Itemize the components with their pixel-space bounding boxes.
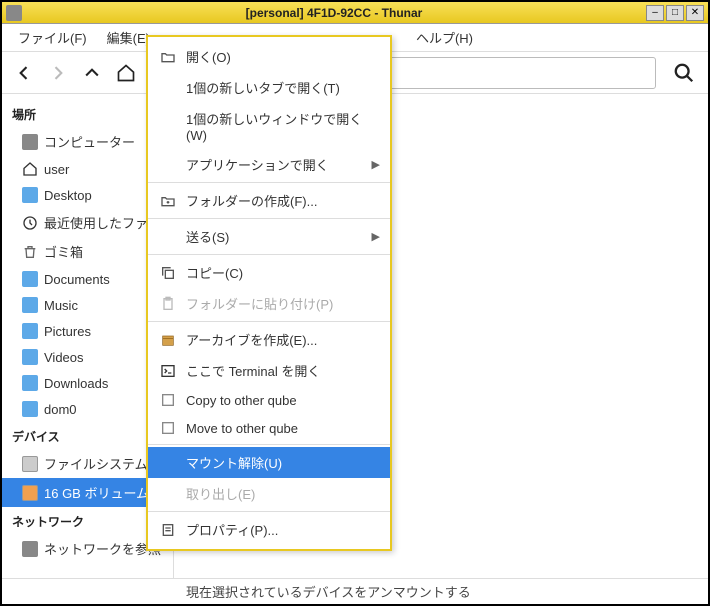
- sidebar-label: Desktop: [44, 188, 92, 203]
- cm-label: 送る(S): [186, 227, 229, 246]
- sidebar-label: user: [44, 162, 69, 177]
- home-button[interactable]: [112, 59, 140, 87]
- paste-icon: [160, 296, 176, 312]
- sidebar-label: Pictures: [44, 324, 91, 339]
- forward-button[interactable]: [44, 59, 72, 87]
- home-icon: [22, 161, 38, 177]
- statusbar: 現在選択されているデバイスをアンマウントする: [2, 578, 708, 604]
- separator: [148, 218, 390, 219]
- cm-open-app[interactable]: アプリケーションで開く ▶: [148, 149, 390, 180]
- cm-label: Copy to other qube: [186, 393, 297, 408]
- cm-label: プロパティ(P)...: [186, 520, 278, 539]
- cm-open-tab[interactable]: 1個の新しいタブで開く(T): [148, 72, 390, 103]
- cm-move-qube[interactable]: Move to other qube: [148, 414, 390, 442]
- recent-icon: [22, 215, 38, 231]
- qube-copy-icon: [160, 392, 176, 408]
- folder-icon: [22, 323, 38, 339]
- sidebar-label: Music: [44, 298, 78, 313]
- sidebar-label: Documents: [44, 272, 110, 287]
- folder-icon: [22, 297, 38, 313]
- sidebar-label: Downloads: [44, 376, 108, 391]
- thunar-window: [personal] 4F1D-92CC - Thunar – □ ✕ ファイル…: [0, 0, 710, 606]
- cm-copy-qube[interactable]: Copy to other qube: [148, 386, 390, 414]
- cm-label: 1個の新しいタブで開く(T): [186, 78, 340, 97]
- separator: [148, 182, 390, 183]
- window-controls: – □ ✕: [646, 5, 704, 21]
- sidebar-label: Videos: [44, 350, 84, 365]
- cm-create-folder[interactable]: フォルダーの作成(F)...: [148, 185, 390, 216]
- submenu-arrow-icon: ▶: [372, 158, 380, 171]
- cm-paste-folder: フォルダーに貼り付け(P): [148, 288, 390, 319]
- cm-label: ここで Terminal を開く: [186, 361, 320, 380]
- submenu-arrow-icon: ▶: [372, 230, 380, 243]
- folder-icon: [22, 375, 38, 391]
- window-title: [personal] 4F1D-92CC - Thunar: [22, 6, 646, 20]
- cm-send-to[interactable]: 送る(S) ▶: [148, 221, 390, 252]
- up-button[interactable]: [78, 59, 106, 87]
- properties-icon: [160, 522, 176, 538]
- separator: [148, 511, 390, 512]
- maximize-button[interactable]: □: [666, 5, 684, 21]
- context-menu: 開く(O) 1個の新しいタブで開く(T) 1個の新しいウィンドウで開く(W) ア…: [146, 35, 392, 551]
- folder-icon: [22, 187, 38, 203]
- cm-open-window[interactable]: 1個の新しいウィンドウで開く(W): [148, 103, 390, 149]
- trash-icon: [22, 244, 38, 260]
- archive-icon: [160, 332, 176, 348]
- cm-open-terminal[interactable]: ここで Terminal を開く: [148, 355, 390, 386]
- cm-label: 開く(O): [186, 47, 231, 66]
- menu-file[interactable]: ファイル(F): [10, 24, 95, 51]
- drive-icon: [22, 456, 38, 472]
- folder-icon: [22, 401, 38, 417]
- folder-icon: [22, 271, 38, 287]
- cm-label: Move to other qube: [186, 421, 298, 436]
- cm-label: アプリケーションで開く: [186, 155, 329, 174]
- search-button[interactable]: [668, 57, 700, 89]
- status-text: 現在選択されているデバイスをアンマウントする: [186, 582, 471, 601]
- cm-unmount[interactable]: マウント解除(U): [148, 447, 390, 478]
- separator: [148, 444, 390, 445]
- sidebar-label: ゴミ箱: [44, 242, 83, 261]
- sidebar-label: dom0: [44, 402, 77, 417]
- cm-properties[interactable]: プロパティ(P)...: [148, 514, 390, 545]
- cm-label: マウント解除(U): [186, 453, 282, 472]
- app-icon: [6, 5, 22, 21]
- new-folder-icon: [160, 193, 176, 209]
- cm-label: 1個の新しいウィンドウで開く(W): [186, 109, 378, 143]
- terminal-icon: [160, 363, 176, 379]
- cm-label: 取り出し(E): [186, 484, 255, 503]
- cm-copy[interactable]: コピー(C): [148, 257, 390, 288]
- back-button[interactable]: [10, 59, 38, 87]
- cm-label: アーカイブを作成(E)...: [186, 330, 317, 349]
- cm-label: フォルダーに貼り付け(P): [186, 294, 333, 313]
- close-button[interactable]: ✕: [686, 5, 704, 21]
- cm-label: コピー(C): [186, 263, 243, 282]
- qube-move-icon: [160, 420, 176, 436]
- sidebar-label: 16 GB ボリューム: [44, 483, 149, 502]
- cm-label: フォルダーの作成(F)...: [186, 191, 317, 210]
- menu-help[interactable]: ヘルプ(H): [408, 24, 481, 51]
- titlebar: [personal] 4F1D-92CC - Thunar – □ ✕: [2, 2, 708, 24]
- cm-create-archive[interactable]: アーカイブを作成(E)...: [148, 324, 390, 355]
- minimize-button[interactable]: –: [646, 5, 664, 21]
- computer-icon: [22, 134, 38, 150]
- cm-open[interactable]: 開く(O): [148, 41, 390, 72]
- network-icon: [22, 541, 38, 557]
- separator: [148, 321, 390, 322]
- folder-open-icon: [160, 49, 176, 65]
- folder-icon: [22, 349, 38, 365]
- sidebar-label: コンピューター: [44, 132, 135, 151]
- separator: [148, 254, 390, 255]
- copy-icon: [160, 265, 176, 281]
- cm-eject: 取り出し(E): [148, 478, 390, 509]
- sidebar-label: ファイルシステム: [44, 454, 148, 473]
- drive-icon: [22, 485, 38, 501]
- sidebar-label: ネットワークを参照: [44, 539, 161, 558]
